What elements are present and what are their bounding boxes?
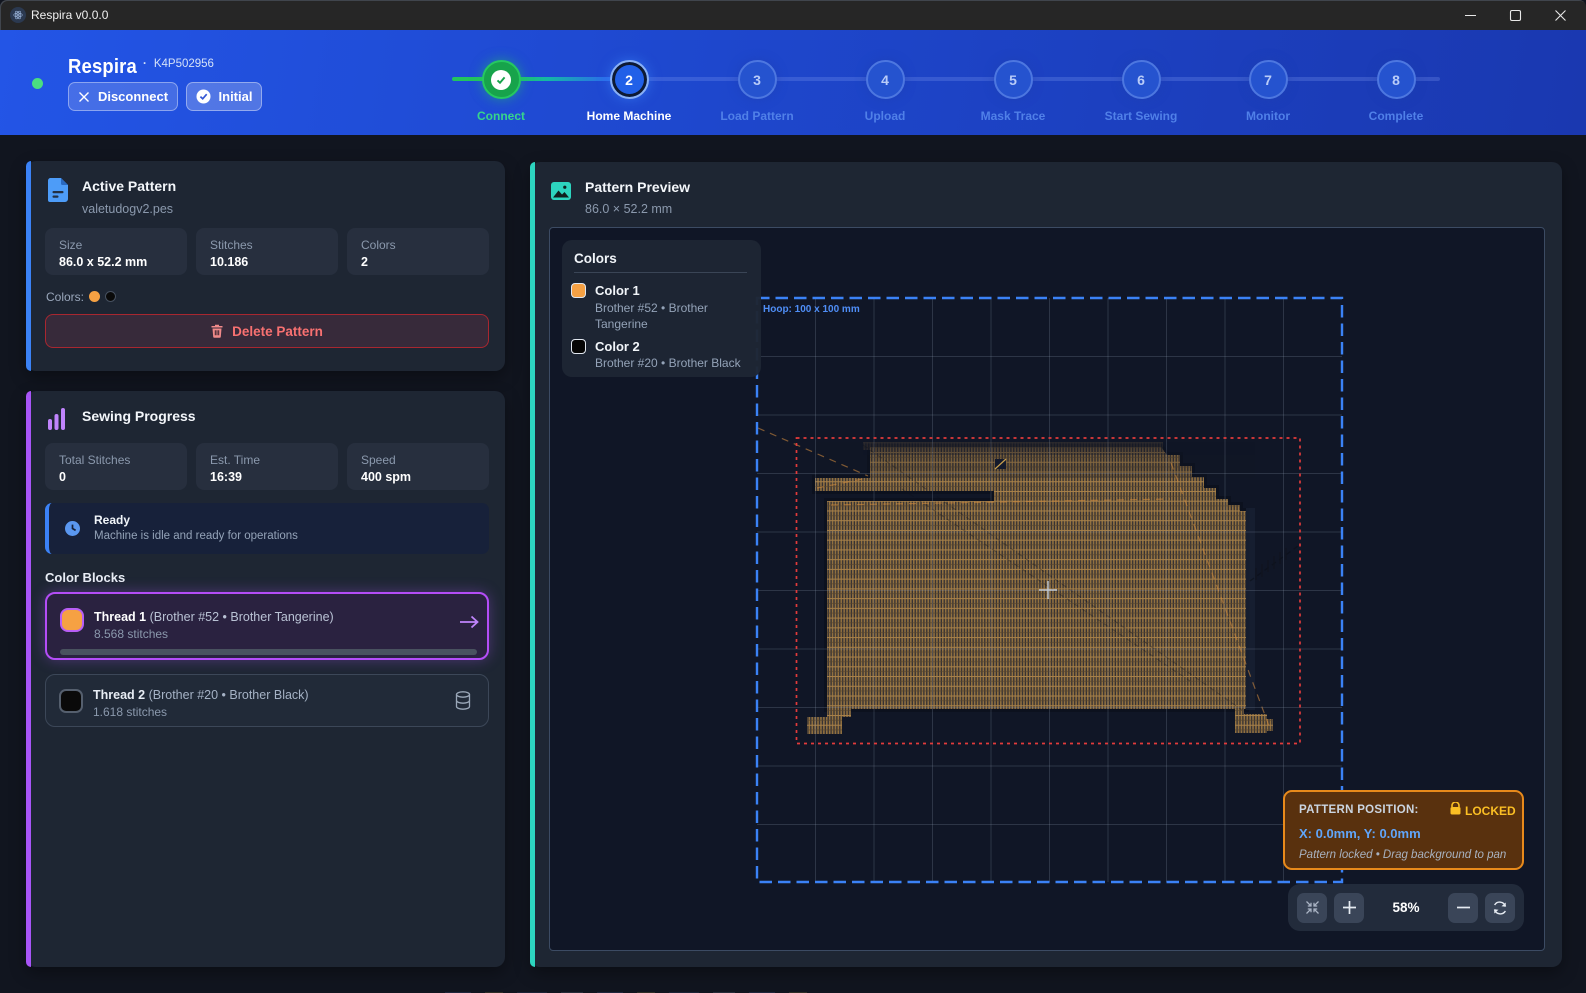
svg-text:Hoop: 100 x 100 mm: Hoop: 100 x 100 mm xyxy=(763,304,860,315)
